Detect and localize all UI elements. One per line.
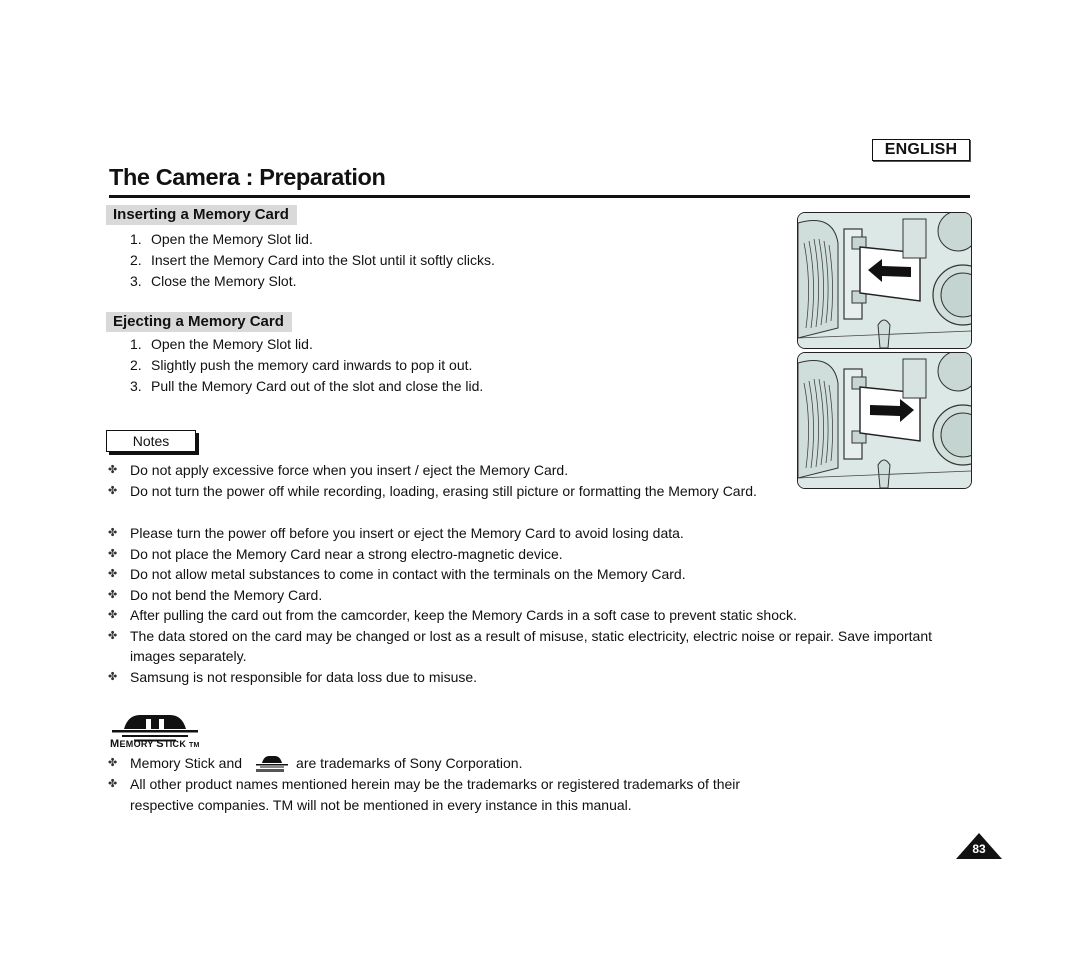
bullet-icon: ✤ xyxy=(108,568,118,580)
note-item: ✤ Do not bend the Memory Card. xyxy=(108,585,958,606)
bullet-icon: ✤ xyxy=(108,778,118,791)
step-item: 1. Open the Memory Slot lid. xyxy=(130,336,313,352)
note-item: ✤ Do not place the Memory Card near a str… xyxy=(108,544,958,565)
memory-stick-logo-text: MEMORY STICK TM xyxy=(110,738,200,750)
notes-list: ✤ Do not apply excessive force when you i… xyxy=(108,460,778,501)
bullet-icon: ✤ xyxy=(108,547,118,560)
illustration-insert-card xyxy=(797,212,972,349)
page-number: 83 xyxy=(972,842,986,856)
bullet-icon: ✤ xyxy=(108,588,118,601)
page-title: The Camera : Preparation xyxy=(109,164,386,190)
bullet-icon: ✤ xyxy=(108,464,118,476)
note-item: ✤ Do not allow metal substances to come i… xyxy=(108,564,958,585)
note-item: ✤ Samsung is not responsible for data los… xyxy=(108,667,958,688)
title-divider xyxy=(109,195,970,198)
note-item: ✤ Please turn the power off before you in… xyxy=(108,523,958,544)
bullet-icon: ✤ xyxy=(108,629,118,642)
trademark-list: ✤ Memory Stick and are trademarks of Sony … xyxy=(108,753,768,815)
trademark-item: ✤ Memory Stick and are trademarks of Sony … xyxy=(108,753,768,774)
step-item: 2. Slightly push the memory card inwards … xyxy=(130,357,473,373)
ejecting-steps-list: 1. Open the Memory Slot lid. 2. Slightly p… xyxy=(130,334,483,397)
bullet-icon: ✤ xyxy=(108,484,118,497)
bullet-icon: ✤ xyxy=(108,527,118,539)
step-item: 1. Open the Memory Slot lid. xyxy=(130,231,313,247)
note-item: ✤ Do not turn the power off while recordi… xyxy=(108,481,778,502)
bullet-icon: ✤ xyxy=(108,757,118,769)
illustration-eject-card xyxy=(797,352,972,489)
bullet-icon: ✤ xyxy=(108,609,118,621)
language-badge: ENGLISH xyxy=(872,139,970,161)
trademark-item: ✤ All other product names mentioned herei… xyxy=(108,776,741,813)
note-item: ✤ The data stored on the card may be chan… xyxy=(108,627,933,665)
note-item: ✤ Do not apply excessive force when you i… xyxy=(108,460,778,481)
card-insert-arrow-left-icon xyxy=(798,213,971,348)
notes-label: Notes xyxy=(106,430,196,452)
card-eject-arrow-right-icon xyxy=(798,353,971,488)
note-item: ✤ After pulling the card out from the cam… xyxy=(108,605,958,626)
step-item: 3. Close the Memory Slot. xyxy=(130,273,297,289)
step-item: 3. Pull the Memory Card out of the slot a… xyxy=(130,378,484,394)
step-item: 2. Insert the Memory Card into the Slot u… xyxy=(130,252,495,268)
bullet-icon: ✤ xyxy=(108,670,118,683)
memory-stick-small-logo-icon xyxy=(256,756,289,773)
section-heading-inserting: Inserting a Memory Card xyxy=(106,205,297,225)
page-number-badge: 83 xyxy=(955,833,1003,859)
section-heading-ejecting: Ejecting a Memory Card xyxy=(106,312,292,332)
notes-list-continued: ✤ Please turn the power off before you in… xyxy=(108,523,958,687)
inserting-steps-list: 1. Open the Memory Slot lid. 2. Insert the… xyxy=(130,229,495,292)
